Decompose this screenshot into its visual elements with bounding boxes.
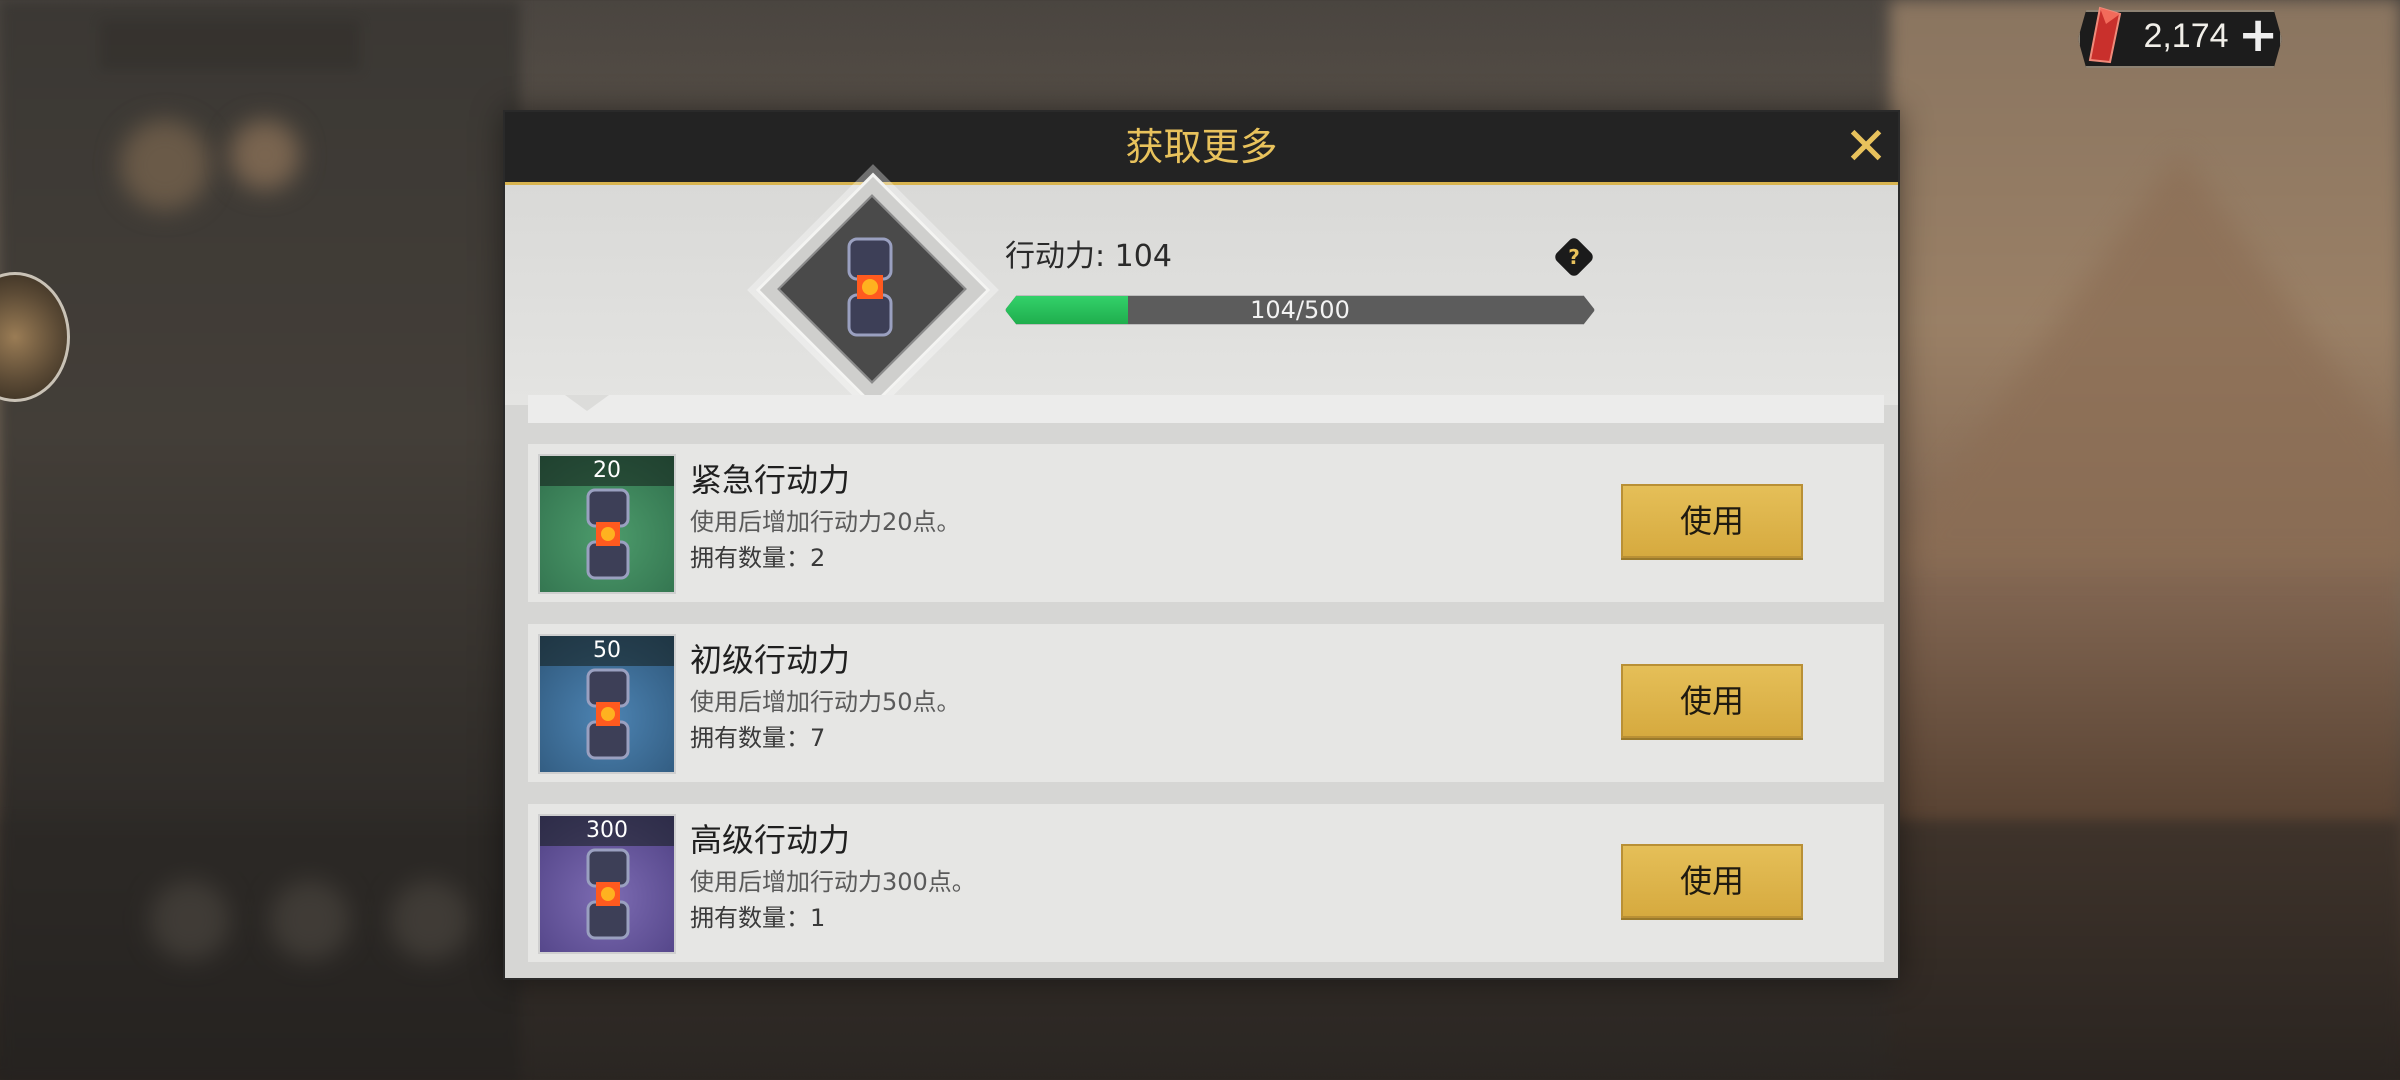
item-name: 高级行动力 bbox=[690, 821, 851, 859]
item-description: 使用后增加行动力20点。 bbox=[690, 508, 961, 536]
item-badge: 300 bbox=[540, 816, 674, 846]
action-points-label: 行动力: 104 bbox=[1005, 239, 1172, 274]
item-thumbnail: 50 bbox=[538, 634, 676, 774]
list-item: 20 紧急行动力 使用后增加行动力20点。 拥有数量：2 使用 bbox=[528, 444, 1884, 602]
item-description: 使用后增加行动力50点。 bbox=[690, 688, 961, 716]
background-blur-element bbox=[120, 120, 210, 210]
item-badge: 50 bbox=[540, 636, 674, 666]
currency-amount: 2,174 bbox=[2143, 17, 2229, 55]
red-crystal-icon bbox=[2088, 6, 2122, 64]
item-description: 使用后增加行动力300点。 bbox=[690, 868, 976, 896]
background-top-left-label bbox=[100, 20, 360, 70]
background-blur-element bbox=[230, 120, 300, 190]
action-points-progress-bar: 104/500 bbox=[1005, 295, 1595, 325]
use-button[interactable]: 使用 bbox=[1621, 484, 1803, 558]
use-button[interactable]: 使用 bbox=[1621, 844, 1803, 918]
list-item: 50 初级行动力 使用后增加行动力50点。 拥有数量：7 使用 bbox=[528, 624, 1884, 782]
item-thumbnail: 20 bbox=[538, 454, 676, 594]
energy-canister-icon bbox=[586, 488, 630, 580]
energy-canister-icon bbox=[847, 237, 893, 337]
dialog-header: 获取更多 ✕ bbox=[505, 112, 1898, 185]
plus-icon[interactable]: + bbox=[2238, 11, 2278, 59]
dialog-title: 获取更多 bbox=[1125, 125, 1278, 169]
get-more-dialog: 获取更多 ✕ 行动力: 104 ? 104/500 20 紧急行动力 使用后增加… bbox=[503, 110, 1900, 980]
progress-text: 104/500 bbox=[1250, 296, 1350, 324]
energy-canister-icon bbox=[586, 848, 630, 940]
use-button[interactable]: 使用 bbox=[1621, 664, 1803, 738]
item-quantity: 拥有数量：7 bbox=[690, 724, 826, 752]
close-icon[interactable]: ✕ bbox=[1841, 121, 1891, 173]
section-divider bbox=[528, 395, 1884, 423]
item-quantity: 拥有数量：2 bbox=[690, 544, 826, 572]
item-thumbnail: 300 bbox=[538, 814, 676, 954]
energy-canister-icon bbox=[586, 668, 630, 760]
item-name: 初级行动力 bbox=[690, 641, 851, 679]
item-quantity: 拥有数量：1 bbox=[690, 904, 826, 932]
action-points-summary: 行动力: 104 ? 104/500 bbox=[505, 172, 1898, 408]
help-icon[interactable]: ? bbox=[1552, 235, 1596, 279]
list-item: 300 高级行动力 使用后增加行动力300点。 拥有数量：1 使用 bbox=[528, 804, 1884, 962]
item-badge: 20 bbox=[540, 456, 674, 486]
background-pyramid bbox=[1880, 150, 2400, 570]
divider-notch bbox=[565, 395, 609, 411]
help-glyph: ? bbox=[1568, 245, 1580, 269]
item-name: 紧急行动力 bbox=[690, 461, 851, 499]
